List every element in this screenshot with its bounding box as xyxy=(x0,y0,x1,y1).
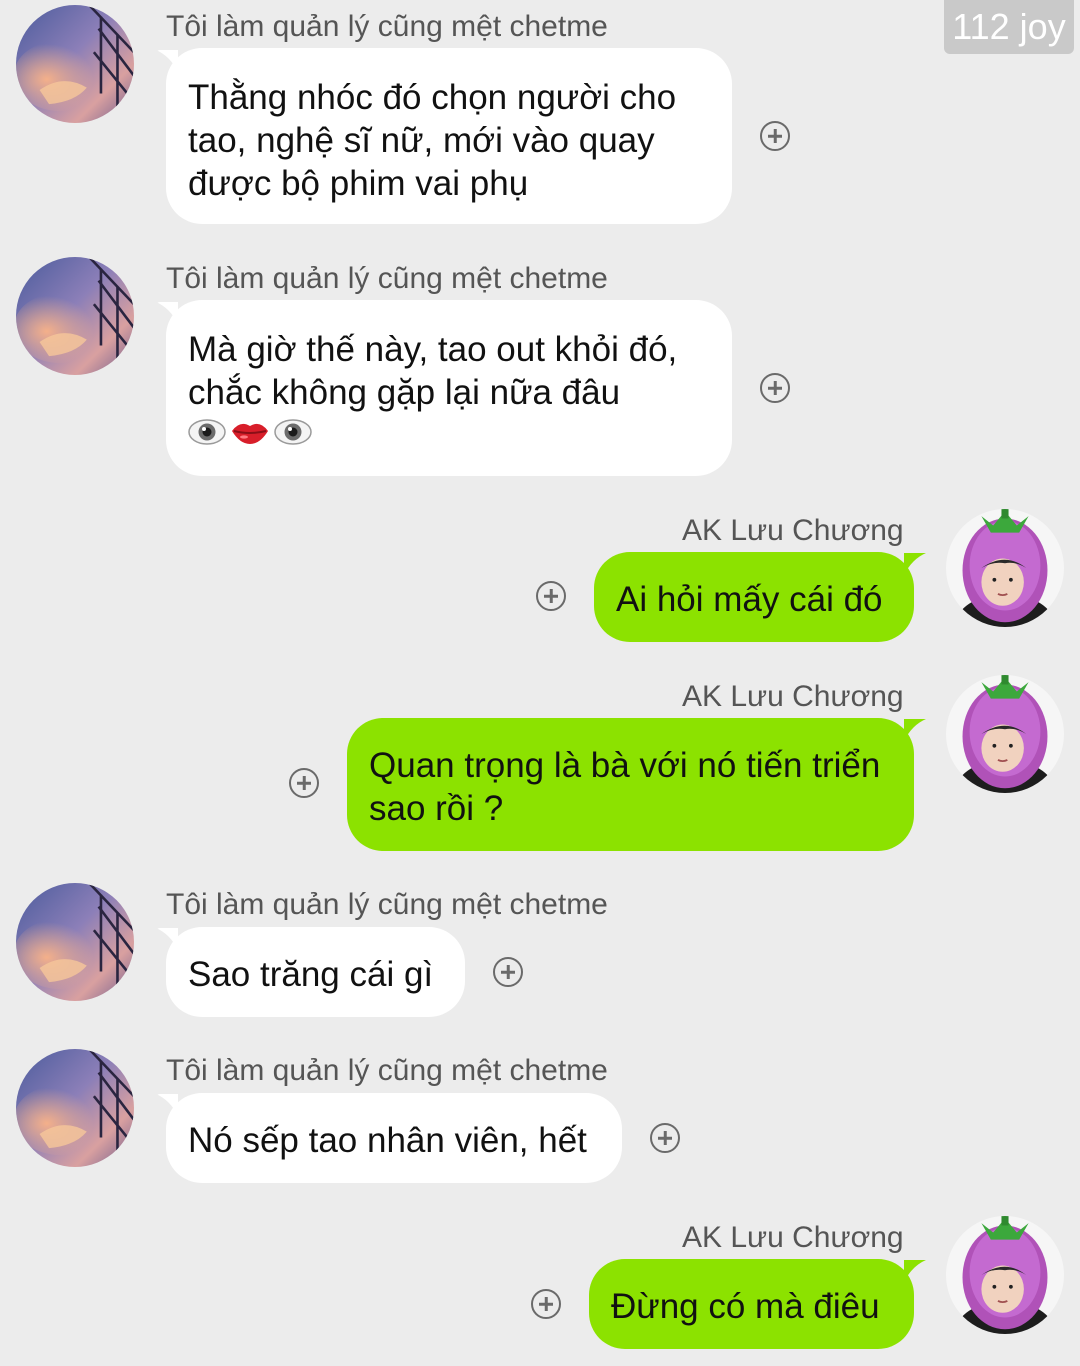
sender-name: Tôi làm quản lý cũng mệt chetme xyxy=(166,10,608,43)
message-line: Quan trọng là bà với nó tiến triển xyxy=(369,746,881,785)
watermark-label: 112 joy xyxy=(944,0,1074,54)
eggplant-hat-avatar[interactable] xyxy=(946,509,1064,627)
message-line: được bộ phim vai phụ xyxy=(188,164,529,203)
message-line: chắc không gặp lại nữa đâu xyxy=(188,373,621,412)
sender-name: AK Lưu Chương xyxy=(682,514,904,547)
sender-name: Tôi làm quản lý cũng mệt chetme xyxy=(166,888,608,921)
sunset-building-avatar[interactable] xyxy=(16,883,134,1001)
lips-emoji xyxy=(230,414,270,457)
message-line: Ai hỏi mấy cái đó xyxy=(616,580,883,619)
message-bubble[interactable]: Thằng nhóc đó chọn người cho tao, nghệ s… xyxy=(166,48,732,224)
emoji-row xyxy=(188,418,710,452)
message-bubble[interactable]: Ai hỏi mấy cái đó xyxy=(594,552,914,642)
message-bubble[interactable]: Mà giờ thế này, tao out khỏi đó, chắc kh… xyxy=(166,300,732,476)
message-line: tao, nghệ sĩ nữ, mới vào quay xyxy=(188,121,655,160)
add-reaction-icon[interactable] xyxy=(531,1289,561,1319)
eggplant-hat-avatar[interactable] xyxy=(946,675,1064,793)
sunset-building-avatar[interactable] xyxy=(16,1049,134,1167)
message-bubble[interactable]: Sao trăng cái gì xyxy=(166,927,465,1017)
eye-emoji xyxy=(274,414,312,457)
add-reaction-icon[interactable] xyxy=(760,373,790,403)
message-line: Sao trăng cái gì xyxy=(188,955,434,994)
sunset-building-avatar[interactable] xyxy=(16,257,134,375)
message-line: Thằng nhóc đó chọn người cho xyxy=(188,78,677,117)
message-bubble[interactable]: Nó sếp tao nhân viên, hết xyxy=(166,1093,622,1183)
add-reaction-icon[interactable] xyxy=(493,957,523,987)
add-reaction-icon[interactable] xyxy=(289,768,319,798)
message-bubble[interactable]: Đừng có mà điêu xyxy=(589,1259,914,1349)
sunset-building-avatar[interactable] xyxy=(16,5,134,123)
message-line: Nó sếp tao nhân viên, hết xyxy=(188,1121,587,1160)
add-reaction-icon[interactable] xyxy=(760,121,790,151)
message-line: Đừng có mà điêu xyxy=(611,1287,880,1326)
add-reaction-icon[interactable] xyxy=(650,1123,680,1153)
add-reaction-icon[interactable] xyxy=(536,581,566,611)
sender-name: AK Lưu Chương xyxy=(682,680,904,713)
sender-name: Tôi làm quản lý cũng mệt chetme xyxy=(166,1054,608,1087)
message-line: Mà giờ thế này, tao out khỏi đó, xyxy=(188,330,678,369)
message-bubble[interactable]: Quan trọng là bà với nó tiến triển sao r… xyxy=(347,718,914,851)
message-line: sao rồi ? xyxy=(369,789,504,828)
sender-name: AK Lưu Chương xyxy=(682,1221,904,1254)
eggplant-hat-avatar[interactable] xyxy=(946,1216,1064,1334)
eye-emoji xyxy=(188,414,226,457)
sender-name: Tôi làm quản lý cũng mệt chetme xyxy=(166,262,608,295)
